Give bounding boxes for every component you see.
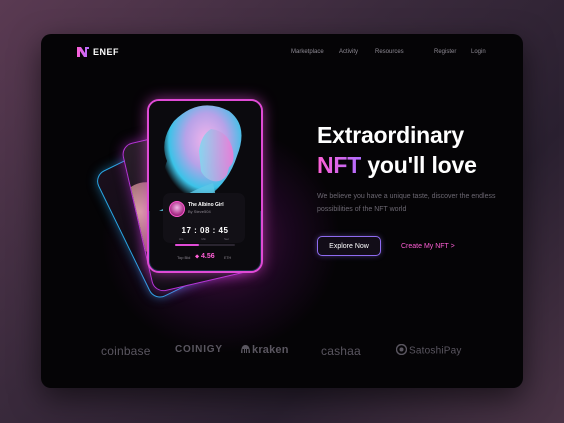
nft-name: The Albino Girl [188, 202, 224, 208]
nav-login[interactable]: Login [471, 49, 486, 55]
nav-register[interactable]: Register [434, 49, 456, 55]
hero-title-line2: NFT you'll love [317, 150, 477, 180]
bid-unit: ETH [224, 256, 231, 260]
auction-timer: 17 : 08 : 45 [181, 226, 229, 235]
hero-title-accent: NFT [317, 152, 362, 178]
partner-coinbase: coinbase [101, 344, 151, 358]
partner-kraken: kraken [252, 344, 289, 356]
partner-coinigy: COINIGY [175, 344, 223, 355]
brand-name: ENEF [93, 47, 120, 57]
eth-icon: ⬥ [195, 254, 200, 260]
hero-description: We believe you have a unique taste, disc… [317, 193, 496, 213]
brand-logo[interactable]: ENEF [77, 47, 119, 57]
hero-title: Extraordinary NFT you'll love [317, 120, 477, 180]
top-bid-value: 4.56 [201, 253, 215, 260]
nav-marketplace[interactable]: Marketplace [291, 49, 324, 55]
hero-title-line1: Extraordinary [317, 122, 464, 148]
timer-unit-hours: Hrs [179, 237, 184, 241]
nft-info-panel: The Albino Girl By Steve504 [163, 193, 245, 243]
timer-unit-minutes: Min [201, 237, 207, 241]
logo-icon [77, 47, 89, 57]
nft-owner: By Steve504 [188, 209, 211, 214]
top-bid-label: Top Bid [177, 255, 191, 260]
auction-progress-fill [175, 244, 199, 246]
nft-card[interactable]: The Albino Girl By Steve504 17 : 08 : 45… [147, 99, 263, 273]
app-window: ENEF Marketplace Activity Resources Regi… [41, 34, 523, 388]
explore-now-button[interactable]: Explore Now [317, 236, 381, 256]
owner-avatar [169, 201, 185, 217]
partner-cashaa: cashaa [321, 344, 361, 358]
hero-title-rest: you'll love [367, 152, 477, 178]
partner-kraken-wrap: kraken [241, 344, 289, 356]
timer-units: Hrs Min Sec [179, 237, 229, 241]
create-my-nft-link[interactable]: Create My NFT > [401, 243, 455, 250]
partner-satoshipay: SatoshiPay [409, 345, 462, 357]
nav-activity[interactable]: Activity [339, 49, 358, 55]
satoshipay-icon [395, 343, 408, 358]
nav-resources[interactable]: Resources [375, 49, 404, 55]
kraken-icon [241, 344, 250, 356]
timer-unit-seconds: Sec [224, 237, 229, 241]
partner-satoshipay-wrap: SatoshiPay [395, 343, 462, 358]
